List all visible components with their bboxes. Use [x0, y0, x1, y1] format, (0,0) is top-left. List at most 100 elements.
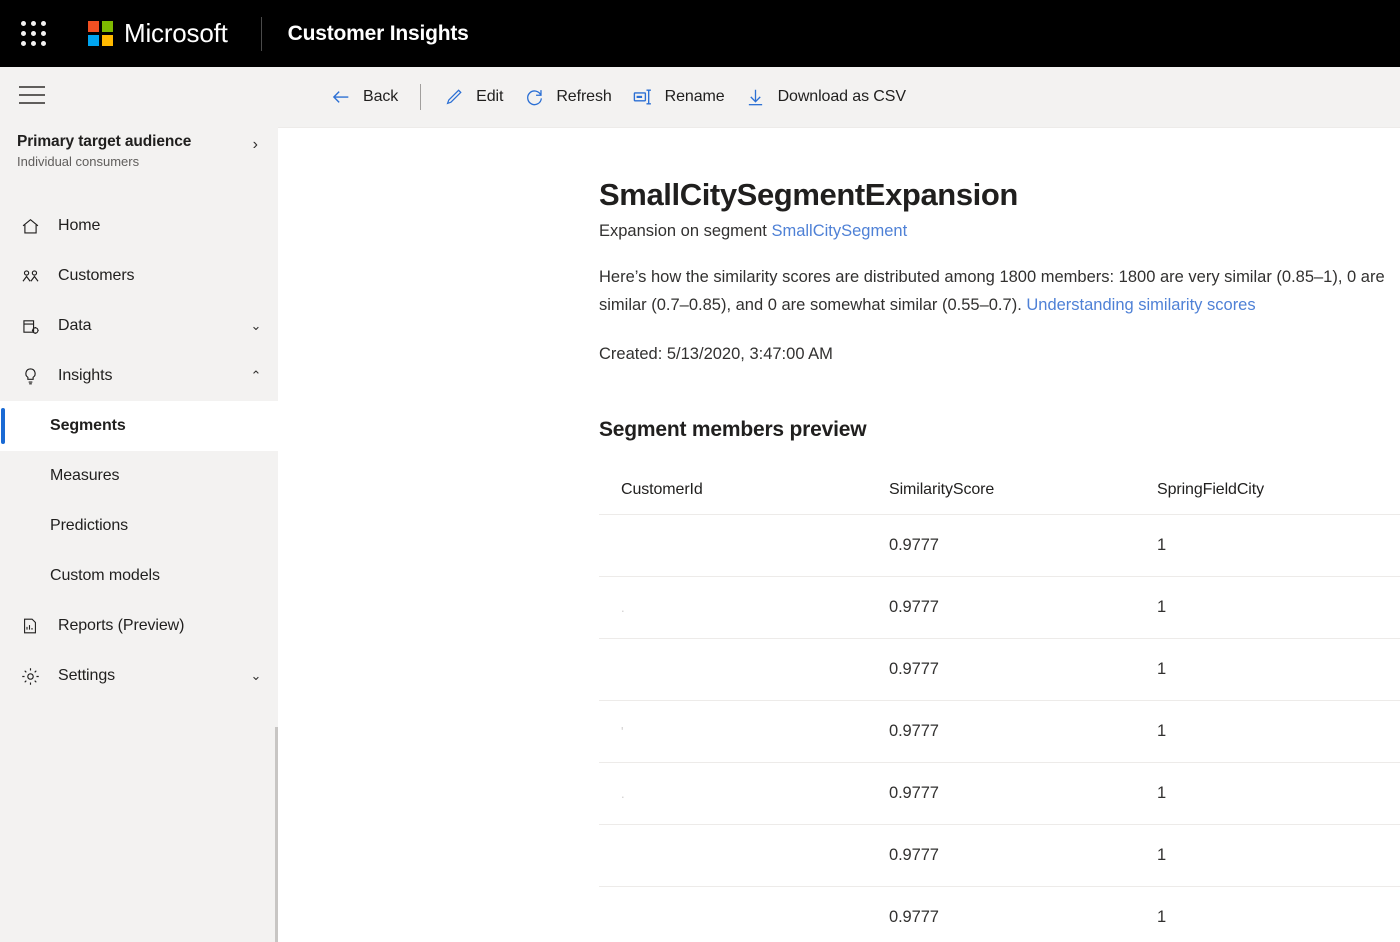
column-header-similarityscore[interactable]: SimilarityScore — [889, 481, 1157, 499]
nav-list: Home Customers — [0, 201, 278, 701]
sidebar-item-custom-models[interactable]: Custom models — [0, 551, 278, 601]
table-row[interactable]: 0.9777 1 — [599, 638, 1400, 700]
cell-similarityscore: 0.9777 — [889, 908, 1157, 927]
database-icon — [18, 314, 42, 338]
chevron-down-icon: ⌄ — [248, 318, 264, 334]
sidebar-scrollbar[interactable] — [275, 727, 278, 942]
sidebar-item-label: Custom models — [50, 567, 264, 585]
cell-springfieldcity: 1 — [1157, 846, 1400, 865]
audience-title: Primary target audience — [17, 133, 253, 151]
arrow-left-icon — [330, 86, 352, 108]
gear-icon — [18, 664, 42, 688]
segment-members-table: CustomerId SimilarityScore SpringFieldCi… — [599, 466, 1400, 942]
chevron-down-icon: ⌄ — [248, 668, 264, 684]
table-row[interactable]: 0.9777 1 — [599, 824, 1400, 886]
download-csv-label: Download as CSV — [778, 88, 906, 106]
pencil-icon — [443, 86, 465, 108]
sidebar-item-insights[interactable]: Insights ⌃ — [0, 351, 278, 401]
main-area: Back Edit Refresh — [278, 67, 1400, 942]
sidebar-item-data[interactable]: Data ⌄ — [0, 301, 278, 351]
microsoft-logo-icon — [88, 21, 113, 46]
understanding-similarity-scores-link[interactable]: Understanding similarity scores — [1026, 296, 1255, 314]
edit-label: Edit — [476, 88, 503, 106]
sidebar-item-predictions[interactable]: Predictions — [0, 501, 278, 551]
chevron-up-icon: ⌃ — [248, 368, 264, 384]
audience-subtitle: Individual consumers — [17, 154, 253, 169]
cell-springfieldcity: 1 — [1157, 660, 1400, 679]
command-bar-divider — [420, 84, 421, 110]
similarity-description: Here’s how the similarity scores are dis… — [599, 263, 1400, 319]
edit-button[interactable]: Edit — [433, 77, 513, 117]
app-launcher-icon[interactable] — [14, 14, 54, 54]
cell-similarityscore: 0.9777 — [889, 722, 1157, 741]
description-text: Here’s how the similarity scores are dis… — [599, 268, 1385, 314]
back-button[interactable]: Back — [320, 77, 408, 117]
sidebar-item-reports[interactable]: Reports (Preview) — [0, 601, 278, 651]
left-navigation: Primary target audience Individual consu… — [0, 67, 278, 942]
cell-similarityscore: 0.9777 — [889, 660, 1157, 679]
table-header-row: CustomerId SimilarityScore SpringFieldCi… — [599, 466, 1400, 514]
lightbulb-icon — [18, 364, 42, 388]
sidebar-item-label: Reports (Preview) — [58, 617, 264, 635]
cell-springfieldcity: 1 — [1157, 598, 1400, 617]
cell-customerid: ' — [621, 724, 889, 739]
top-app-bar: Microsoft Customer Insights — [0, 0, 1400, 67]
app-title: Customer Insights — [288, 22, 469, 46]
rename-label: Rename — [665, 88, 725, 106]
created-timestamp: Created: 5/13/2020, 3:47:00 AM — [599, 345, 1400, 364]
segment-link[interactable]: SmallCitySegment — [771, 222, 907, 240]
section-title: Segment members preview — [599, 418, 1400, 442]
download-icon — [745, 86, 767, 108]
rename-icon — [632, 86, 654, 108]
subtitle-prefix: Expansion on segment — [599, 222, 771, 240]
cell-springfieldcity: 1 — [1157, 784, 1400, 803]
report-icon — [18, 614, 42, 638]
cell-springfieldcity: 1 — [1157, 722, 1400, 741]
app-shell: Primary target audience Individual consu… — [0, 67, 1400, 942]
back-label: Back — [363, 88, 398, 106]
sidebar-item-label: Segments — [50, 417, 264, 435]
column-header-springfieldcity[interactable]: SpringFieldCity — [1157, 481, 1400, 499]
table-row[interactable]: . 0.9777 1 — [599, 762, 1400, 824]
home-icon — [18, 214, 42, 238]
page-title: SmallCitySegmentExpansion — [599, 176, 1400, 214]
cell-similarityscore: 0.9777 — [889, 846, 1157, 865]
microsoft-logo[interactable]: Microsoft — [88, 18, 228, 49]
cell-similarityscore: 0.9777 — [889, 784, 1157, 803]
sidebar-item-segments[interactable]: Segments — [0, 401, 278, 451]
sidebar-item-label: Home — [58, 217, 264, 235]
sidebar-item-measures[interactable]: Measures — [0, 451, 278, 501]
table-row[interactable]: 0.9777 1 — [599, 886, 1400, 942]
table-row[interactable]: ' 0.9777 1 — [599, 700, 1400, 762]
cell-customerid: . — [621, 600, 889, 615]
cell-customerid: . — [621, 786, 889, 801]
sidebar-item-label: Measures — [50, 467, 264, 485]
table-row[interactable]: . 0.9777 1 — [599, 576, 1400, 638]
command-bar: Back Edit Refresh — [278, 67, 1400, 128]
brand-label: Microsoft — [124, 18, 228, 49]
chevron-right-icon: › — [253, 133, 260, 155]
page-content: SmallCitySegmentExpansion Expansion on s… — [278, 128, 1400, 942]
sidebar-item-home[interactable]: Home — [0, 201, 278, 251]
refresh-icon — [523, 86, 545, 108]
sidebar-item-label: Data — [58, 317, 248, 335]
download-csv-button[interactable]: Download as CSV — [735, 77, 916, 117]
table-row[interactable]: 0.9777 1 — [599, 514, 1400, 576]
sidebar-item-label: Settings — [58, 667, 248, 685]
sidebar-item-customers[interactable]: Customers — [0, 251, 278, 301]
cell-springfieldcity: 1 — [1157, 536, 1400, 555]
column-header-customerid[interactable]: CustomerId — [621, 481, 889, 499]
sidebar-item-label: Insights — [58, 367, 248, 385]
page-subtitle: Expansion on segment SmallCitySegment — [599, 222, 1400, 241]
cell-similarityscore: 0.9777 — [889, 598, 1157, 617]
topbar-divider — [261, 17, 262, 51]
customers-icon — [18, 264, 42, 288]
primary-target-audience-selector[interactable]: Primary target audience Individual consu… — [0, 123, 278, 185]
hamburger-menu-icon[interactable] — [4, 67, 60, 123]
rename-button[interactable]: Rename — [622, 77, 735, 117]
sidebar-item-label: Predictions — [50, 517, 264, 535]
refresh-label: Refresh — [556, 88, 611, 106]
sidebar-item-settings[interactable]: Settings ⌄ — [0, 651, 278, 701]
refresh-button[interactable]: Refresh — [513, 77, 621, 117]
sidebar-item-label: Customers — [58, 267, 264, 285]
